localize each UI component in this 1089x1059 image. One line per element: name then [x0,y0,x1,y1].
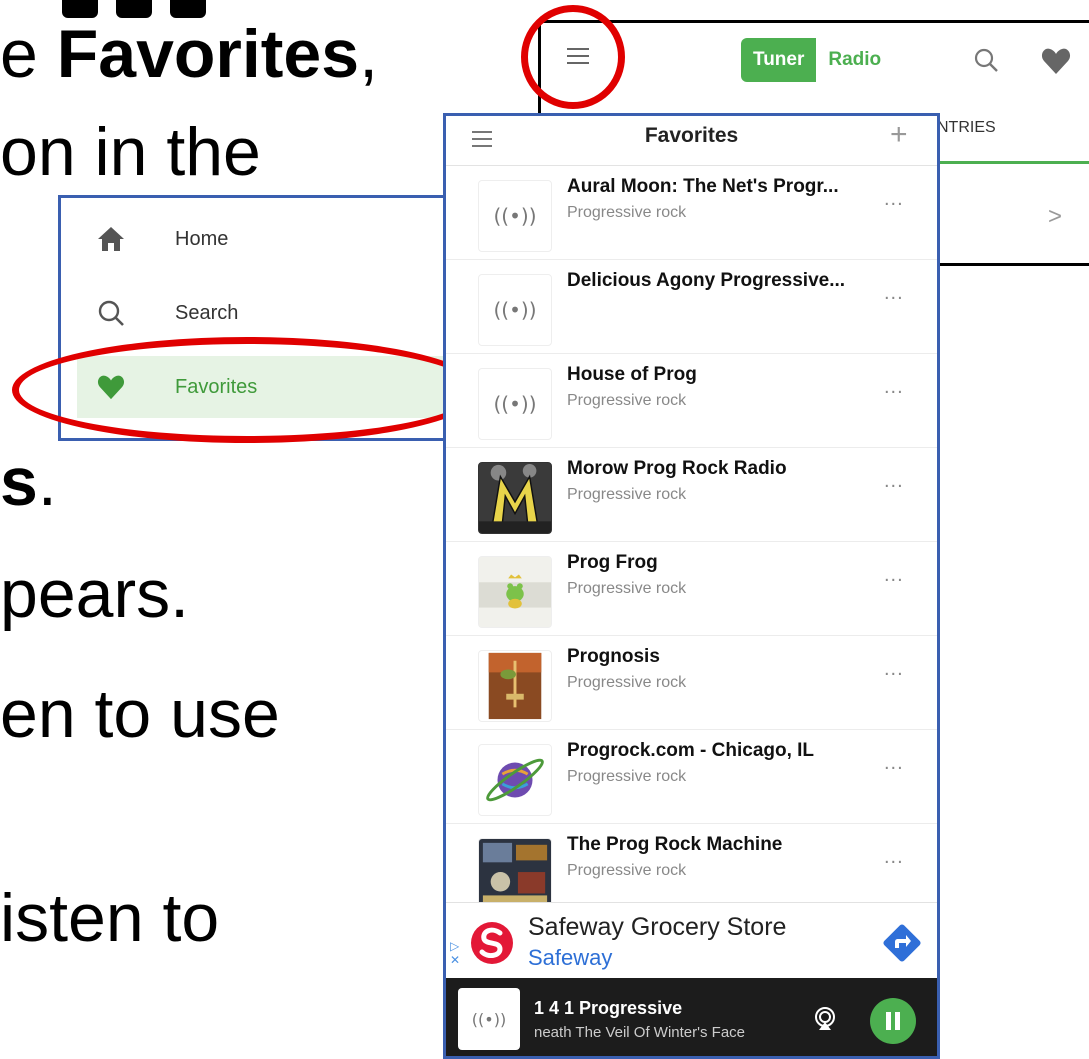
safeway-logo [471,922,513,964]
station-row[interactable]: Morow Prog Rock Radio Progressive rock .… [446,448,937,542]
station-name: Prognosis [567,646,660,667]
frog-logo [478,556,552,628]
station-name: Morow Prog Rock Radio [567,458,787,479]
ad-title: Safeway Grocery Store [528,913,787,941]
highlight-circle [521,5,625,109]
background-text-line6: isten to [0,880,220,956]
station-name: Aural Moon: The Net's Progr... [567,176,839,197]
mini-player[interactable]: ((•)) 1 4 1 Progressive neath The Veil O… [446,978,937,1056]
search-icon [91,298,131,328]
station-genre: Progressive rock [567,862,687,879]
broadcast-icon: ((•)) [478,274,552,346]
tunein-logo[interactable]: Tuner Radio [741,38,901,82]
broadcast-icon: ((•)) [478,368,552,440]
station-row[interactable]: Prognosis Progressive rock ... [446,636,937,730]
station-genre: Progressive rock [567,204,687,221]
station-genre: Progressive rock [567,580,687,597]
ad-subtitle: Safeway [528,945,613,970]
more-options-icon[interactable]: ... [884,470,904,493]
station-name: The Prog Rock Machine [567,834,783,855]
station-row[interactable]: ((•)) Delicious Agony Progressive... ... [446,260,937,354]
more-options-icon[interactable]: ... [884,846,904,869]
pause-icon [886,1012,891,1030]
side-menu-item-home[interactable]: Home [77,208,457,270]
highlight-ellipse [12,337,482,443]
favorites-header: Favorites + [446,116,937,166]
side-menu-item-search[interactable]: Search [77,282,457,344]
background-text-line2: on in the [0,114,261,190]
home-icon [91,224,131,254]
prognosis-logo [478,650,552,722]
airplay-icon[interactable] [812,1006,838,1032]
broadcast-icon: ((•)) [458,988,520,1050]
ad-banner[interactable]: ▷ ✕ Safeway Grocery Store Safeway [446,902,937,978]
planet-logo [478,744,552,816]
background-text-line1: e Favorites, [0,16,378,92]
logo-radio-text: Radio [828,49,882,70]
adchoices-icon[interactable]: ▷ ✕ [450,939,460,967]
favorites-screen: Favorites + ((•)) Aural Moon: The Net's … [443,113,940,1059]
morow-logo [478,462,552,534]
side-menu-label-home: Home [175,227,229,250]
page-title: Favorites [644,124,739,147]
more-options-icon[interactable]: ... [884,376,904,399]
logo-tuner-text: Tuner [741,38,817,82]
station-name: Delicious Agony Progressive... [567,270,846,291]
now-playing-title: 1 4 1 Progressive [534,998,683,1018]
station-genre: Progressive rock [567,768,687,785]
now-playing-subtitle: neath The Veil Of Winter's Face [534,1024,746,1041]
station-row[interactable]: ((•)) Aural Moon: The Net's Progr... Pro… [446,166,937,260]
station-row[interactable]: Prog Frog Progressive rock ... [446,542,937,636]
tab-countries[interactable]: NTRIES [937,119,996,137]
station-genre: Progressive rock [567,392,687,409]
station-name: House of Prog [567,364,697,385]
station-genre: Progressive rock [567,486,687,503]
heart-icon[interactable] [1041,47,1071,75]
directions-icon[interactable] [882,923,922,963]
background-text-line4: pears. [0,556,189,632]
more-options-icon[interactable]: ... [884,658,904,681]
more-options-icon[interactable]: ... [884,188,904,211]
side-menu-label-search: Search [175,301,239,324]
background-text-line3: s. [0,444,57,520]
station-row[interactable]: ((•)) House of Prog Progressive rock ... [446,354,937,448]
station-genre: Progressive rock [567,674,687,691]
machine-logo [478,838,552,910]
broadcast-icon: ((•)) [478,180,552,252]
add-icon[interactable]: + [890,118,908,152]
background-text-line5: en to use [0,676,280,752]
station-name: Progrock.com - Chicago, IL [567,740,815,761]
chevron-right-icon[interactable]: > [1048,203,1062,231]
search-icon[interactable] [973,47,999,73]
more-options-icon[interactable]: ... [884,752,904,775]
station-row[interactable]: Progrock.com - Chicago, IL Progressive r… [446,730,937,824]
tab-underline [937,161,1089,164]
more-options-icon[interactable]: ... [884,282,904,305]
station-name: Prog Frog [567,552,658,573]
more-options-icon[interactable]: ... [884,564,904,587]
pause-button[interactable] [870,998,916,1044]
